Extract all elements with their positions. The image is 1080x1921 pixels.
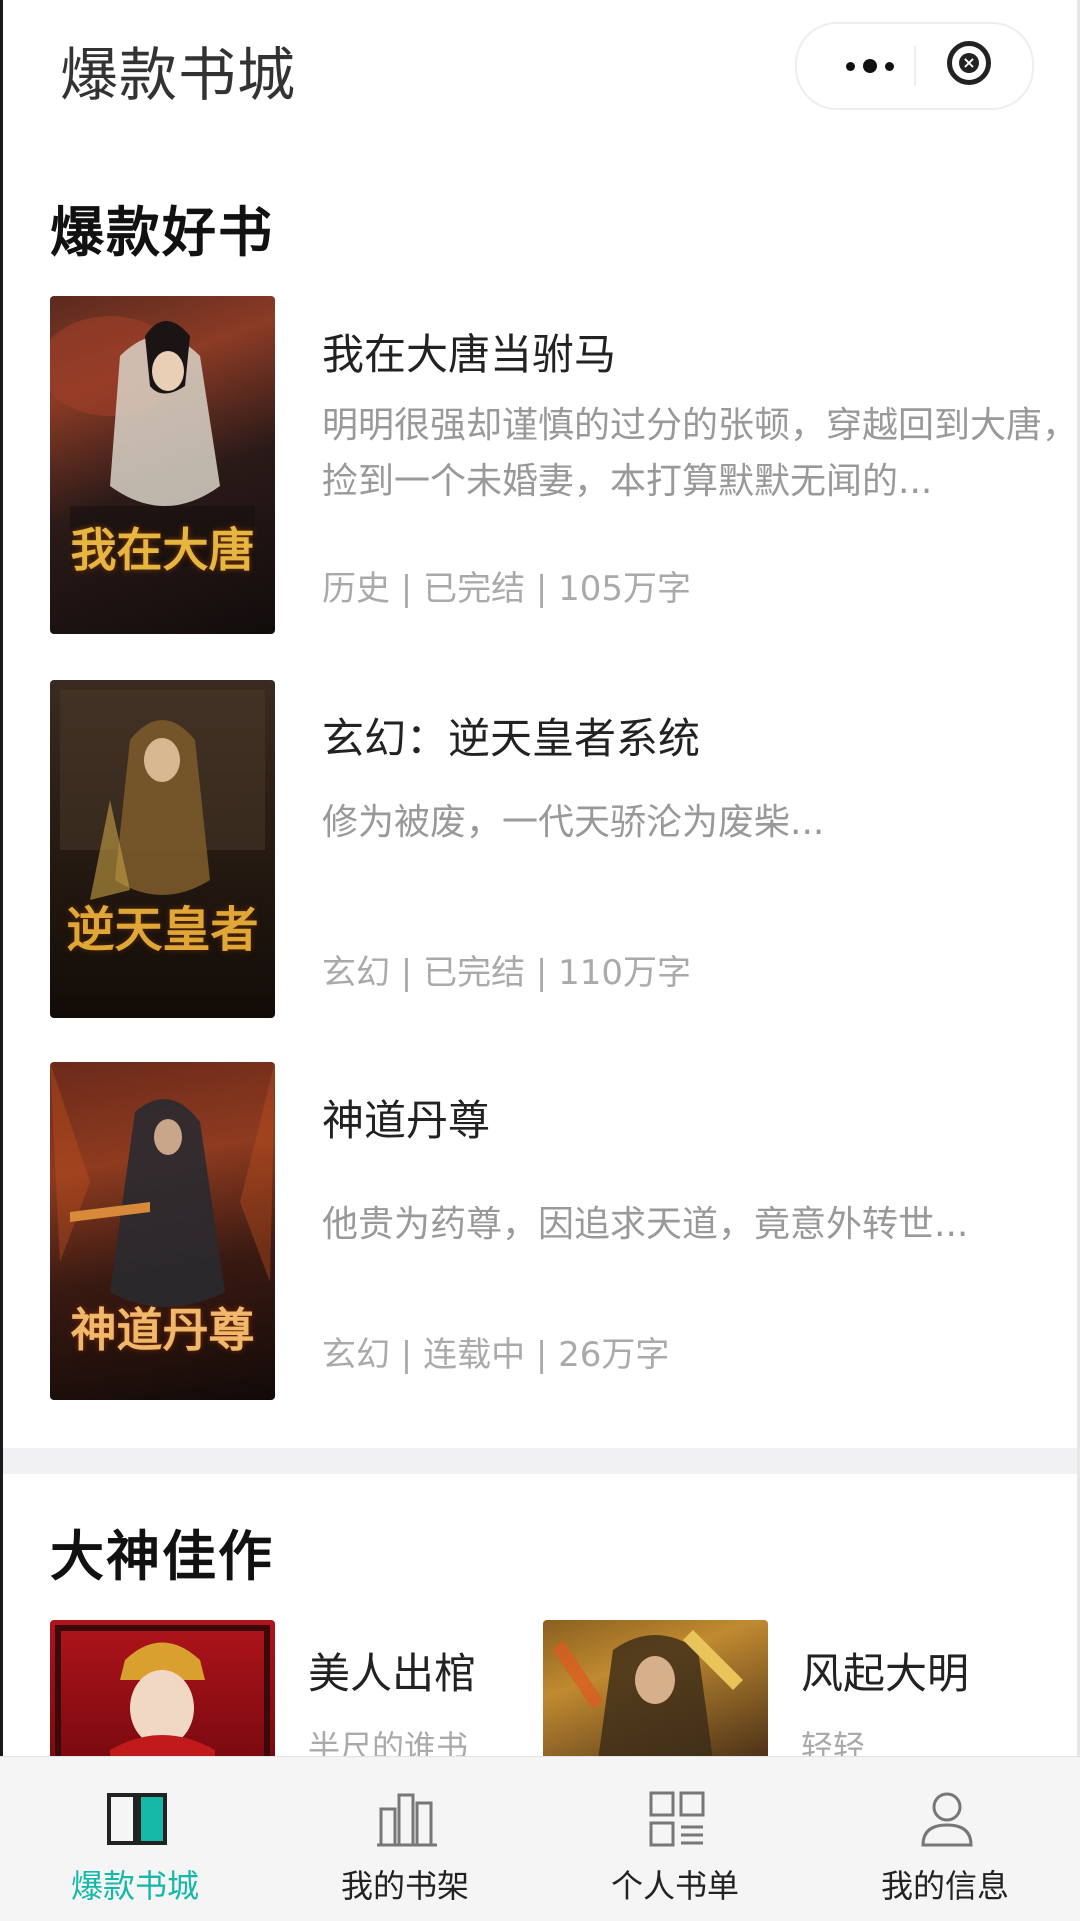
book-title: 风起大明 — [801, 1649, 970, 1698]
book-item[interactable]: 我在大唐 我在大唐当驸马 明明很强却谨慎的过分的张顿，穿越回到大唐，捡到一个未婚… — [50, 296, 1078, 636]
tab-bookshelf[interactable]: 我的书架 — [270, 1757, 540, 1921]
tab-booklist[interactable]: 个人书单 — [540, 1757, 810, 1921]
book-meta: 玄幻 | 已完结 | 110万字 — [322, 953, 692, 993]
mini-program-capsule: × — [795, 22, 1034, 110]
cover-title-text: 神道丹尊 — [70, 1303, 255, 1357]
cover-title-text: 我在大唐 — [70, 523, 255, 577]
book-meta: 玄幻 | 连载中 | 26万字 — [322, 1335, 670, 1375]
grid-list-icon — [649, 1791, 705, 1847]
book-description: 修为被废，一代天骄沦为废柴... — [322, 802, 825, 843]
navigation-bar: 爆款书城 × — [0, 0, 1080, 130]
more-dots-icon[interactable] — [825, 44, 915, 88]
book-cover[interactable] — [543, 1620, 768, 1760]
tab-label: 我的书架 — [340, 1867, 469, 1905]
tab-profile[interactable]: 我的信息 — [810, 1757, 1080, 1921]
capsule-divider — [914, 46, 916, 86]
cover-title-text: 逆天皇者 — [66, 902, 259, 958]
open-book-icon — [107, 1793, 167, 1845]
book-item[interactable]: 逆天皇者 玄幻：逆天皇者系统 修为被废，一代天骄沦为废柴... 玄幻 | 已完结… — [50, 680, 1040, 1020]
book-cover[interactable]: 神道丹尊 — [50, 1062, 275, 1400]
section-title-master: 大神佳作 — [50, 1525, 274, 1588]
book-item[interactable]: 神道丹尊 神道丹尊 他贵为药尊，因追求天道，竟意外转世... 玄幻 | 连载中 … — [50, 1062, 1040, 1402]
book-title: 玄幻：逆天皇者系统 — [322, 714, 701, 763]
book-description: 他贵为药尊，因追求天道，竟意外转世... — [322, 1204, 969, 1245]
book-cover[interactable]: 逆天皇者 — [50, 680, 275, 1018]
close-circle-icon[interactable]: × — [947, 41, 991, 85]
bottom-tab-bar: 爆款书城 我的书架 个人书单 我的信息 — [0, 1756, 1080, 1921]
book-cover[interactable] — [50, 1620, 275, 1760]
tab-label: 爆款书城 — [70, 1867, 199, 1905]
section-divider — [3, 1448, 1077, 1474]
user-icon — [921, 1792, 973, 1847]
book-title: 我在大唐当驸马 — [322, 330, 617, 379]
book-cover[interactable]: 我在大唐 — [50, 296, 275, 634]
window-left-border — [0, 0, 3, 1920]
tab-label: 个人书单 — [610, 1867, 739, 1905]
tab-label: 我的信息 — [880, 1867, 1009, 1905]
featured-book-item[interactable]: 风起大明 轻轻 — [543, 1620, 1023, 1766]
section-title-hot: 爆款好书 — [50, 201, 274, 264]
book-title: 神道丹尊 — [322, 1096, 491, 1145]
page-title: 爆款书城 — [60, 41, 297, 109]
book-title: 美人出棺 — [308, 1649, 477, 1698]
featured-book-item[interactable]: 美人出棺 半尺的谁书 — [50, 1620, 530, 1766]
bookshelf-icon — [377, 1793, 437, 1847]
tab-bookstore[interactable]: 爆款书城 — [0, 1757, 270, 1921]
book-description: 明明很强却谨慎的过分的张顿，穿越回到大唐，捡到一个未婚妻，本打算默默无闻的... — [322, 405, 1079, 502]
book-meta: 历史 | 已完结 | 105万字 — [322, 569, 692, 609]
